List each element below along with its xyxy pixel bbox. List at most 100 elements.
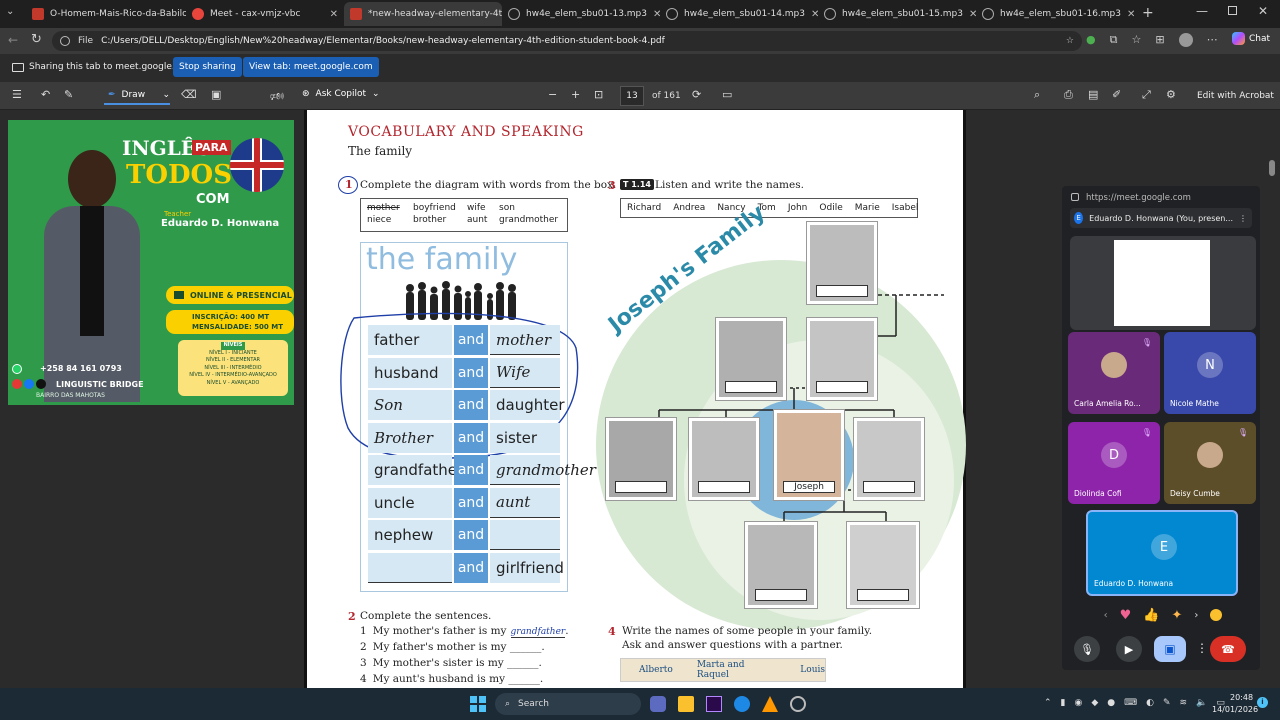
rotate-icon[interactable]: ⟳ [692, 88, 701, 101]
clock-time[interactable]: 20:48 [1230, 693, 1253, 702]
shared-screen-thumbnail[interactable] [1070, 236, 1256, 330]
minimize-icon[interactable]: — [1196, 4, 1208, 18]
tab-close-icon[interactable]: ✕ [811, 9, 818, 20]
prev-arrow-icon[interactable]: ‹ [1104, 610, 1108, 621]
name-blank[interactable] [698, 481, 750, 493]
browser-tab[interactable]: Meet - cax-vmjz-vbc ✕ [186, 2, 344, 26]
eraser-icon[interactable]: ⌫ [181, 88, 197, 101]
save-as-icon[interactable]: ✐ [1112, 88, 1121, 101]
page-number-input[interactable]: 13 [620, 86, 644, 106]
next-arrow-icon[interactable]: › [1194, 610, 1198, 621]
view-tab-button[interactable]: View tab: meet.google.com [243, 57, 379, 77]
name-blank[interactable] [725, 381, 777, 393]
more-options-icon[interactable]: ⋮ [1196, 641, 1208, 655]
tray-app-icon[interactable]: ● [1107, 698, 1115, 708]
more-options-icon[interactable]: ⋮ [1239, 214, 1247, 223]
participant-tile[interactable]: N Nicole Mathe [1164, 332, 1256, 414]
contents-icon[interactable]: ☰ [12, 88, 22, 101]
favorites-icon[interactable]: ☆ [1131, 33, 1141, 47]
clock-date[interactable]: 14/01/2026 [1212, 705, 1258, 714]
browser-tab-active[interactable]: *new-headway-elementary-4t✕ [344, 2, 502, 26]
party-reaction-icon[interactable]: ✦ [1171, 608, 1182, 623]
text-box-icon[interactable]: ▣ [211, 88, 221, 101]
print-icon[interactable]: ⎙ [1064, 88, 1073, 102]
ask-copilot-button[interactable]: ⊛ Ask Copilot ⌄ [302, 89, 380, 99]
handwritten-answer[interactable]: grandfather [510, 627, 566, 638]
search-icon[interactable]: ⌕ [1034, 88, 1040, 102]
notification-icon[interactable]: i [1257, 697, 1268, 708]
fit-page-icon[interactable]: ⊡ [594, 88, 603, 101]
draw-button[interactable]: ✒ Draw ⌄ [104, 87, 170, 105]
tray-app-icon[interactable]: ◆ [1091, 698, 1098, 708]
new-tab-icon[interactable]: + [1142, 5, 1154, 21]
copilot-chat-button[interactable]: Chat [1232, 32, 1270, 45]
participant-tile[interactable]: D Diolinda Cofi 🎙 [1068, 422, 1160, 504]
participant-tile[interactable]: E Eduardo D. Honwana [1086, 510, 1238, 596]
edge-icon[interactable] [734, 696, 750, 712]
edit-with-acrobat-button[interactable]: Edit with Acrobat [1197, 91, 1274, 101]
leave-call-button[interactable]: ☎ [1210, 636, 1246, 662]
row-left-blank[interactable] [368, 552, 452, 583]
tray-app-icon[interactable]: ◐ [1146, 698, 1154, 708]
taskbar-search-box[interactable]: ⌕ Search [495, 693, 641, 715]
thumbs-up-reaction-icon[interactable]: 👍 [1143, 608, 1159, 623]
profile-avatar[interactable] [1178, 33, 1193, 47]
collections-icon[interactable]: ⊞ [1155, 33, 1164, 47]
highlight-icon[interactable]: ✎ [64, 88, 73, 101]
fullscreen-icon[interactable]: ⤢ [1142, 88, 1151, 102]
task-view-icon[interactable] [650, 696, 666, 712]
vlc-icon[interactable] [762, 696, 778, 712]
more-menu-icon[interactable]: ⋯ [1207, 33, 1218, 47]
browser-tab[interactable]: O-Homem-Mais-Rico-da-Babilonia✕ [26, 2, 186, 26]
row-right-blank[interactable] [490, 520, 560, 550]
save-icon[interactable]: ▤ [1088, 88, 1098, 101]
participant-tile[interactable]: Carla Amelia Ro... 🎙 [1068, 332, 1160, 414]
close-window-icon[interactable]: ✕ [1258, 4, 1268, 18]
tab-close-icon[interactable]: ✕ [1127, 9, 1134, 20]
volume-icon[interactable]: 🔈 [1196, 698, 1207, 708]
emoji-icon[interactable] [1210, 609, 1223, 621]
maximize-icon[interactable] [1228, 6, 1237, 15]
browser-tab[interactable]: hw4e_elem_sbu01-14.mp3 ✕ [660, 2, 818, 26]
stop-sharing-button[interactable]: Stop sharing [173, 57, 242, 77]
browser-tab[interactable]: hw4e_elem_sbu01-15.mp3 ✕ [818, 2, 976, 26]
tray-app-icon[interactable]: ▮ [1061, 698, 1066, 708]
extension-icon[interactable]: ● [1086, 33, 1096, 47]
name-blank[interactable] [816, 285, 868, 297]
settings-gear-icon[interactable] [790, 696, 806, 712]
favorite-star-icon[interactable]: ☆ [1066, 36, 1074, 46]
undo-icon[interactable]: ↶ [41, 88, 50, 101]
reload-icon[interactable]: ↻ [31, 32, 42, 47]
present-button[interactable]: ▣ [1154, 636, 1186, 662]
page-view-icon[interactable]: ▭ [722, 88, 732, 101]
tray-app-icon[interactable]: ◉ [1075, 698, 1083, 708]
browser-tab[interactable]: hw4e_elem_sbu01-16.mp3 ✕ [976, 2, 1134, 26]
keyboard-icon[interactable]: ⌨ [1124, 698, 1137, 708]
heart-reaction-icon[interactable]: ♥ [1120, 608, 1132, 623]
browser-tab[interactable]: hw4e_elem_sbu01-13.mp3 ✕ [502, 2, 660, 26]
zoom-in-icon[interactable]: + [571, 88, 580, 101]
name-blank[interactable] [857, 589, 909, 601]
name-blank[interactable] [615, 481, 667, 493]
tab-close-icon[interactable]: ✕ [653, 9, 660, 20]
presenter-bar[interactable]: E Eduardo D. Honwana (You, presen... ⋮ [1070, 208, 1252, 228]
start-button-icon[interactable] [470, 696, 486, 712]
wifi-icon[interactable]: ≋ [1180, 698, 1188, 708]
zoom-out-icon[interactable]: − [548, 88, 557, 101]
back-icon[interactable]: ← [8, 33, 18, 47]
name-blank[interactable] [816, 381, 868, 393]
page-scrollbar[interactable] [1269, 160, 1275, 176]
name-blank[interactable] [863, 481, 915, 493]
name-blank[interactable] [755, 589, 807, 601]
tab-close-icon[interactable]: ✕ [969, 9, 976, 20]
participant-tile[interactable]: Deisy Cumbe 🎙 [1164, 422, 1256, 504]
pen-icon[interactable]: ✎ [1163, 698, 1171, 708]
file-explorer-icon[interactable] [678, 696, 694, 712]
tab-list-chevron-icon[interactable]: ⌄ [6, 6, 14, 17]
premiere-icon[interactable] [706, 696, 722, 712]
mic-button[interactable]: 🎙 [1074, 636, 1100, 662]
split-screen-icon[interactable]: ⧉ [1110, 33, 1118, 47]
tray-expand-icon[interactable]: ⌃ [1044, 698, 1052, 708]
camera-button[interactable]: ▶ [1116, 636, 1142, 662]
read-aloud-icon[interactable]: 🕬 [270, 88, 284, 107]
